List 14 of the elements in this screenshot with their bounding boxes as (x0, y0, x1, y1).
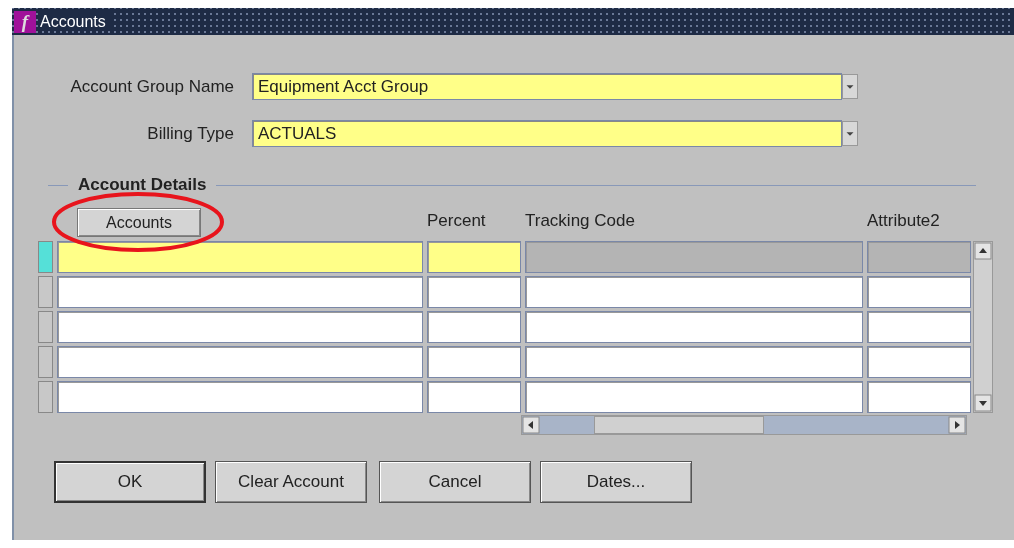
column-header: Attribute2 (867, 211, 941, 232)
column-header: Tracking Code (525, 211, 636, 232)
accounts-button[interactable]: Accounts (77, 208, 201, 237)
field-label: Account Group Name (69, 76, 235, 97)
ok-button[interactable]: OK (54, 461, 206, 503)
field-label: Billing Type (146, 123, 235, 144)
form-button[interactable]: Cancel (379, 461, 531, 503)
dropdown-field[interactable]: Equipment Acct Group (252, 73, 842, 100)
app-logo: f (14, 10, 36, 33)
section-title: Account Details (77, 175, 208, 195)
form-button[interactable]: Dates... (540, 461, 692, 503)
column-header: Percent (427, 211, 487, 232)
form-button[interactable]: Clear Account (215, 461, 367, 503)
dropdown-field[interactable]: ACTUALS (252, 120, 842, 147)
